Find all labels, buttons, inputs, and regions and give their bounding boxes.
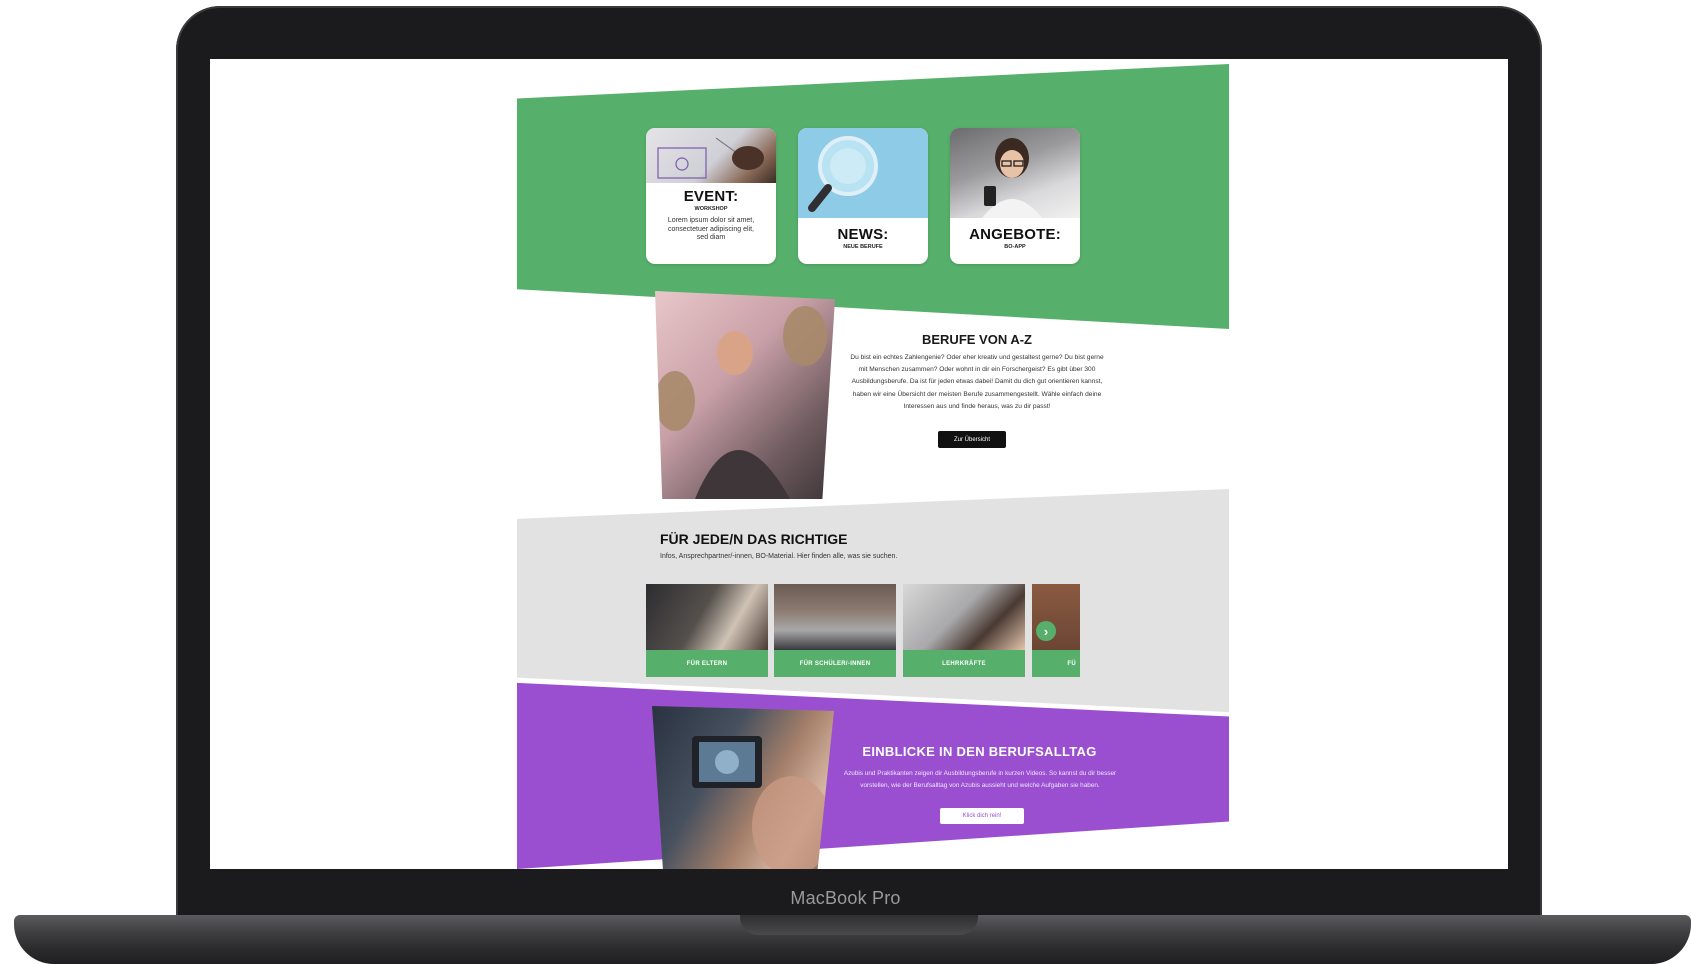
tile-partial-label: FÜ [1032, 650, 1080, 677]
einblicke-title: EINBLICKE IN DEN BERUFSALLTAG [862, 744, 1097, 759]
event-subtitle: WORKSHOP [694, 206, 728, 212]
berufe-title: BERUFE VON A-Z [921, 332, 1033, 347]
news-title: NEWS: [837, 226, 889, 243]
tile-partial-image [1032, 584, 1080, 650]
whiteboard-sketch-icon [657, 137, 764, 179]
tile-eltern-label: FÜR ELTERN [646, 650, 768, 677]
click-in-button[interactable]: Klick dich rein! [940, 808, 1024, 824]
workshop-image [646, 128, 776, 183]
event-description: Lorem ipsum dolor sit amet, consectetuer… [667, 217, 755, 241]
laptop-screen: EVENT: WORKSHOP Lorem ipsum dolor sit am… [210, 59, 1508, 869]
tile-eltern[interactable]: FÜR ELTERN [646, 584, 768, 677]
chevron-right-icon[interactable]: › [1036, 621, 1056, 641]
tile-schueler[interactable]: FÜR SCHÜLER/-INNEN [774, 584, 896, 677]
event-title: EVENT: [683, 188, 739, 205]
person-icon [982, 138, 1042, 218]
news-card[interactable]: NEWS: NEUE BERUFE [798, 128, 928, 264]
overview-button[interactable]: Zur Übersicht [938, 431, 1006, 448]
website: EVENT: WORKSHOP Lorem ipsum dolor sit am… [517, 59, 1229, 869]
tile-schueler-image [774, 584, 896, 650]
camera-photo [652, 706, 834, 869]
event-card[interactable]: EVENT: WORKSHOP Lorem ipsum dolor sit am… [646, 128, 776, 264]
laptop-notch [740, 915, 978, 935]
target-subtitle: Infos, Ansprechpartner/-innen, BO-Materi… [660, 553, 898, 560]
berufe-text: Du bist ein echtes Zahlengenie? Oder ehe… [850, 354, 1104, 410]
news-subtitle: NEUE BERUFE [843, 244, 883, 250]
berufe-photo [655, 291, 835, 499]
angebote-card[interactable]: ANGEBOTE: BO-APP [950, 128, 1080, 264]
tile-lehrkraefte[interactable]: LEHRKRÄFTE [903, 584, 1025, 677]
tile-lehrkraefte-image [903, 584, 1025, 650]
video-camera-icon [692, 736, 832, 869]
angebote-title: ANGEBOTE: [969, 226, 1061, 243]
magnifier-icon [808, 136, 878, 212]
magnifier-image [798, 128, 928, 218]
person-hands-icon [655, 306, 827, 499]
einblicke-text: Azubis und Praktikanten zeigen dir Ausbi… [843, 770, 1117, 789]
target-title: FÜR JEDE/N DAS RICHTIGE [660, 531, 848, 547]
device-label: MacBook Pro [790, 888, 901, 908]
tile-lehrkraefte-label: LEHRKRÄFTE [903, 650, 1025, 677]
tile-eltern-image [646, 584, 768, 650]
angebote-subtitle: BO-APP [1004, 244, 1026, 250]
woman-phone-image [950, 128, 1080, 218]
tile-schueler-label: FÜR SCHÜLER/-INNEN [774, 650, 896, 677]
